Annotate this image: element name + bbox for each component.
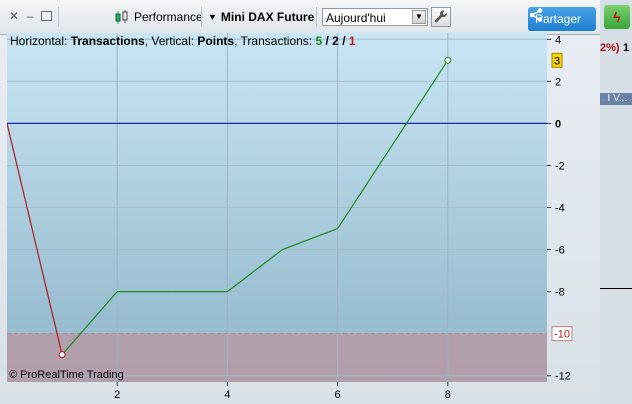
header-text: Horizontal: [10,34,71,48]
side-panel-header: . I V... [600,93,632,105]
performance-window: ✕ – Performance ▼ Mini DAX Future Aujour… [0,0,601,404]
toolbar-separator [201,7,202,27]
instrument-selector[interactable]: ▼ Mini DAX Future [208,8,314,26]
header-slash: / [322,34,333,48]
header-slash: / [338,34,349,48]
bolt-button[interactable]: ϟ [604,5,630,29]
close-window-button[interactable]: ✕ [8,10,20,22]
minimize-window-button[interactable]: – [24,10,36,22]
neutral-trades-count: 2 [332,34,339,48]
y-tick-label: 2 [555,76,561,88]
share-button[interactable]: Partager [528,7,596,31]
toolbar: ✕ – Performance ▼ Mini DAX Future Aujour… [0,0,600,35]
series-segment [227,249,283,293]
losing-trades-count: 1 [348,34,356,48]
header-text: , Vertical: [144,34,198,48]
last-value-badge [551,52,563,68]
series-segment [337,144,394,229]
performance-button[interactable]: Performance [115,8,203,26]
performance-label: Performance [134,10,203,24]
x-tick-label: 6 [335,389,341,401]
drawdown-label-box [551,326,573,342]
min-point-marker [58,351,66,359]
y-tick-label: -4 [555,203,565,215]
maximize-window-button[interactable] [40,10,52,22]
caret-down-icon: ▼ [208,12,217,22]
copyright-text: © ProRealTime Trading [9,369,124,381]
y-tick-label: -6 [555,245,565,257]
period-select[interactable]: Aujourd'hui ▼ [322,8,428,26]
header-text: , Transactions: [234,34,316,48]
x-tick-label: 8 [445,389,451,401]
chart-plot [7,33,547,382]
y-tick-label: -12 [555,371,571,383]
instrument-label: Mini DAX Future [220,10,315,24]
chevron-down-icon[interactable]: ▼ [412,10,426,24]
x-tick-label: 4 [224,389,230,401]
wrench-icon [434,10,447,23]
side-panel-percent: 2%) [600,42,620,54]
toolbar-separator [58,7,59,27]
candlestick-icon [115,9,131,25]
vertical-axis-name: Points [197,34,235,48]
x-tick-label: 2 [114,389,120,401]
series-segment [7,123,63,355]
maximize-icon [41,11,52,21]
y-tick-label: -8 [555,287,565,299]
period-select-value: Aujourd'hui [326,11,386,25]
side-panel-divider [600,288,632,289]
equity-chart[interactable]: Horizontal: Transactions, Vertical: Poin… [7,33,547,382]
series-segment [282,227,338,251]
lightning-icon: ϟ [613,9,621,25]
settings-button[interactable] [431,7,451,27]
side-panel [600,0,632,404]
y-tick-label: 4 [555,34,561,46]
horizontal-axis-name: Transactions [70,34,145,48]
side-panel-value: 1 [623,42,630,54]
share-icon [529,8,543,22]
toolbar-separator [316,7,317,27]
last-point-marker [444,56,452,64]
y-tick-label: -2 [555,160,565,172]
last-value-label: 3 [554,55,560,67]
drawdown-label: -10 [554,329,570,341]
chart-header: Horizontal: Transactions, Vertical: Poin… [10,34,356,48]
series-segment [392,60,449,145]
y-tick-label: 0 [555,118,561,130]
